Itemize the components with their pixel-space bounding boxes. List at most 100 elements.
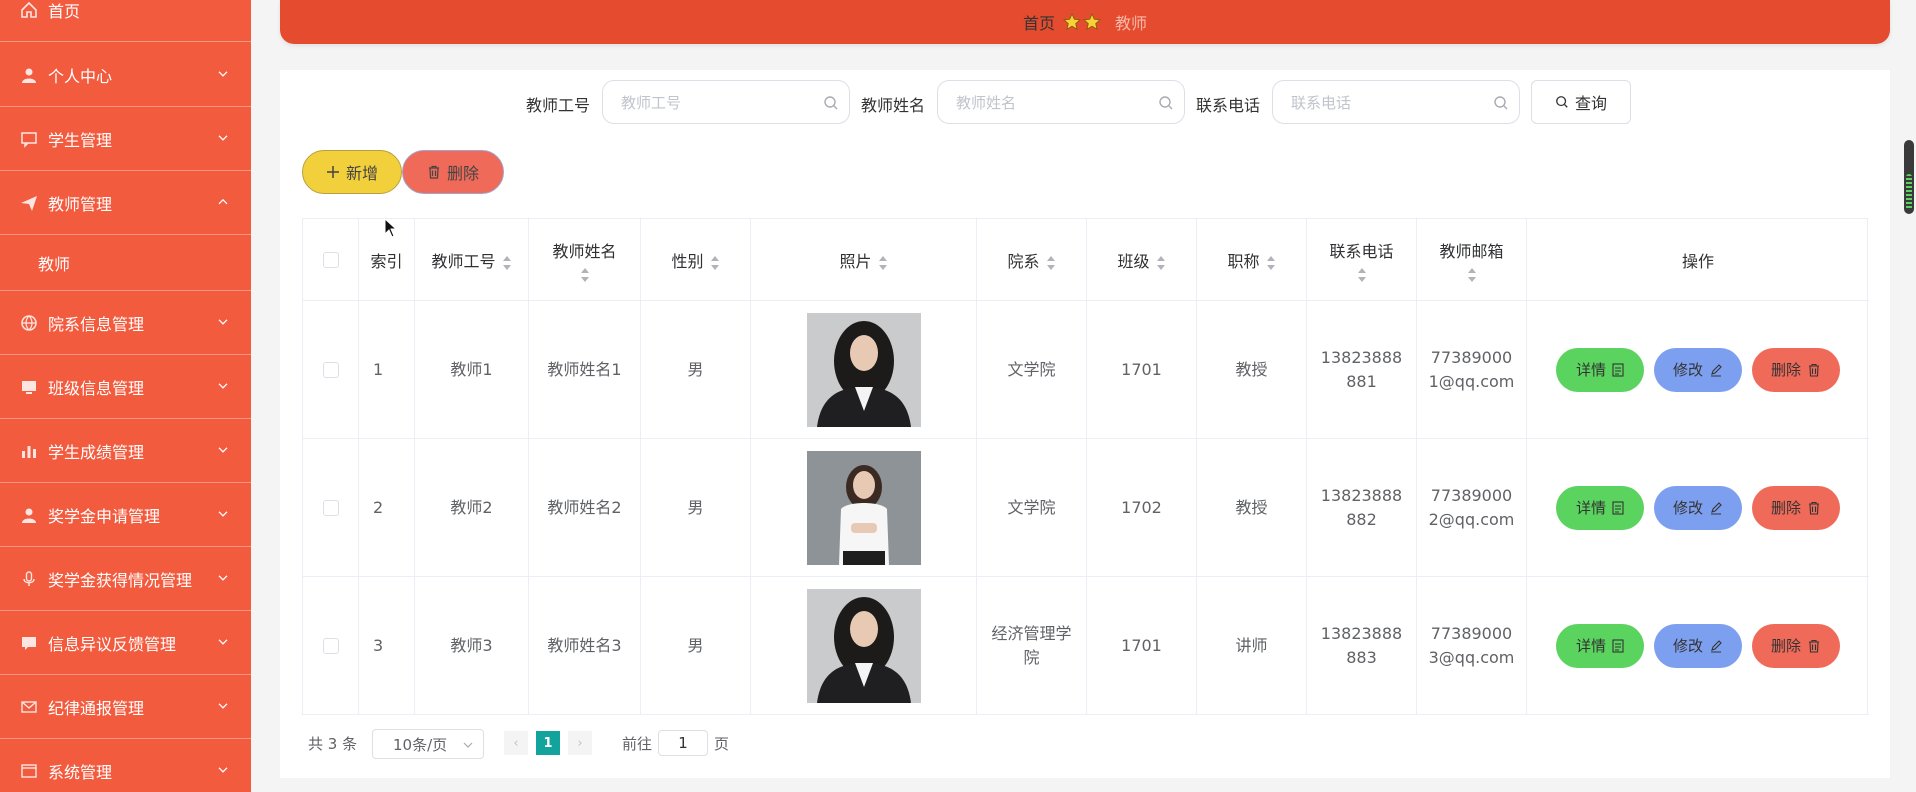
row-select[interactable] <box>303 577 359 715</box>
sidebar-item-department-info[interactable]: 院系信息管理 <box>0 291 251 355</box>
query-button[interactable]: 查询 <box>1531 80 1631 124</box>
breadcrumb-home[interactable]: 首页 <box>1023 10 1055 34</box>
cell-email: 773890003@qq.com <box>1417 577 1527 715</box>
phone-input[interactable]: 联系电话 <box>1272 80 1520 124</box>
chevron-down-icon <box>218 510 228 517</box>
header-gender-label: 性别 <box>671 252 704 271</box>
header-teacher-id[interactable]: 教师工号 <box>415 219 529 301</box>
sidebar-item-teacher-mgmt[interactable]: 教师管理 <box>0 171 251 235</box>
row-checkbox[interactable] <box>322 500 339 516</box>
header-class[interactable]: 班级 <box>1087 219 1197 301</box>
pagination-total: 共 3 条 <box>308 735 358 753</box>
sidebar-item-feedback[interactable]: 信息异议反馈管理 <box>0 611 251 675</box>
page-size-select[interactable]: 10条/页 <box>372 729 484 759</box>
row-checkbox[interactable] <box>322 638 339 654</box>
cell-title: 教授 <box>1197 301 1307 439</box>
teacher-name-input[interactable]: 教师姓名 <box>937 80 1185 124</box>
cell-photo <box>751 301 977 439</box>
cell-phone: 13823888883 <box>1307 577 1417 715</box>
sidebar-item-personal-center[interactable]: 个人中心 <box>0 43 251 107</box>
header-title-label: 职称 <box>1227 252 1260 271</box>
page-size-value: 10条/页 <box>393 735 448 754</box>
teacher-photo[interactable] <box>806 451 921 565</box>
scrollbar[interactable] <box>1904 140 1914 214</box>
cell-teacher-name: 教师姓名1 <box>529 301 641 439</box>
chevron-down-icon <box>218 702 228 709</box>
cell-teacher-id: 教师2 <box>415 439 529 577</box>
trash-icon <box>1809 639 1819 653</box>
delete-button-label: 删除 <box>1770 637 1801 655</box>
sort-icon[interactable] <box>1156 255 1166 270</box>
header-email[interactable]: 教师邮箱 <box>1417 219 1527 301</box>
next-page-button[interactable]: › <box>568 731 592 755</box>
prev-page-button[interactable]: ‹ <box>504 731 528 755</box>
message-icon <box>22 636 36 650</box>
star-icon <box>1083 13 1101 31</box>
batch-delete-button[interactable]: 删除 <box>402 150 504 194</box>
sort-icon[interactable] <box>710 255 720 270</box>
header-phone[interactable]: 联系电话 <box>1307 219 1417 301</box>
monitor-icon <box>22 380 36 394</box>
search-label-teacher-name: 教师姓名 <box>861 96 926 115</box>
sort-icon[interactable] <box>1046 255 1056 270</box>
header-photo[interactable]: 照片 <box>751 219 977 301</box>
sort-icon[interactable] <box>1467 268 1477 282</box>
chevron-down-icon <box>218 134 228 141</box>
sort-icon[interactable] <box>1357 268 1367 282</box>
goto-page-input[interactable]: 1 <box>658 730 708 756</box>
sidebar-item-class-info[interactable]: 班级信息管理 <box>0 355 251 419</box>
cell-teacher-id: 教师1 <box>415 301 529 439</box>
cell-teacher-name: 教师姓名3 <box>529 577 641 715</box>
row-select[interactable] <box>303 439 359 577</box>
sidebar-item-scholarship-awarded[interactable]: 奖学金获得情况管理 <box>0 547 251 611</box>
bar-chart-icon <box>22 445 36 458</box>
header-title[interactable]: 职称 <box>1197 219 1307 301</box>
chevron-down-icon <box>218 574 228 581</box>
sort-icon[interactable] <box>502 255 512 270</box>
teacher-id-input[interactable]: 教师工号 <box>602 80 850 124</box>
detail-button[interactable]: 详情 <box>1556 624 1644 668</box>
sidebar-item-scholarship-apply[interactable]: 奖学金申请管理 <box>0 483 251 547</box>
delete-button[interactable]: 删除 <box>1752 624 1840 668</box>
sort-icon[interactable] <box>878 255 888 270</box>
select-all-checkbox[interactable] <box>322 252 339 268</box>
delete-button[interactable]: 删除 <box>1752 486 1840 530</box>
sidebar-item-discipline[interactable]: 纪律通报管理 <box>0 675 251 739</box>
sidebar-subitem-teacher[interactable]: 教师 <box>0 235 251 291</box>
edit-button[interactable]: 修改 <box>1654 486 1742 530</box>
edit-button[interactable]: 修改 <box>1654 348 1742 392</box>
chevron-down-icon <box>218 446 228 453</box>
edit-button[interactable]: 修改 <box>1654 624 1742 668</box>
teacher-photo[interactable] <box>806 313 921 427</box>
header-select-all[interactable] <box>303 219 359 301</box>
header-department-label: 院系 <box>1007 252 1040 271</box>
header-gender[interactable]: 性别 <box>641 219 751 301</box>
detail-button[interactable]: 详情 <box>1556 348 1644 392</box>
cell-class: 1701 <box>1087 301 1197 439</box>
detail-button[interactable]: 详情 <box>1556 486 1644 530</box>
sort-icon[interactable] <box>580 268 590 282</box>
header-department[interactable]: 院系 <box>977 219 1087 301</box>
sidebar-item-home[interactable]: 首页 <box>0 0 251 42</box>
cell-teacher-name: 教师姓名2 <box>529 439 641 577</box>
row-checkbox[interactable] <box>322 362 339 378</box>
add-button[interactable]: 新增 <box>302 150 402 194</box>
header-teacher-name[interactable]: 教师姓名 <box>529 219 641 301</box>
sidebar-item-system[interactable]: 系统管理 <box>0 739 251 792</box>
edit-icon <box>1711 364 1722 377</box>
search-form: 教师工号 教师工号 教师姓名 教师姓名 联系电话 联系电话 查询 <box>280 80 1890 126</box>
sidebar-item-student-mgmt[interactable]: 学生管理 <box>0 107 251 171</box>
row-select[interactable] <box>303 301 359 439</box>
cell-phone: 13823888881 <box>1307 301 1417 439</box>
delete-button[interactable]: 删除 <box>1752 348 1840 392</box>
header-teacher-id-label: 教师工号 <box>431 252 496 271</box>
search-icon <box>1494 96 1508 110</box>
sort-icon[interactable] <box>1266 255 1276 270</box>
home-icon <box>21 1 37 18</box>
page-number-current[interactable]: 1 <box>536 731 560 755</box>
user-icon <box>22 508 36 523</box>
sidebar-item-student-scores[interactable]: 学生成绩管理 <box>0 419 251 483</box>
teacher-photo[interactable] <box>806 589 921 703</box>
cell-operations: 详情 修改 删除 <box>1527 439 1869 577</box>
table-row: 1 教师1 教师姓名1 男 文学院 1701 教授 13823888881 77… <box>303 301 1869 439</box>
